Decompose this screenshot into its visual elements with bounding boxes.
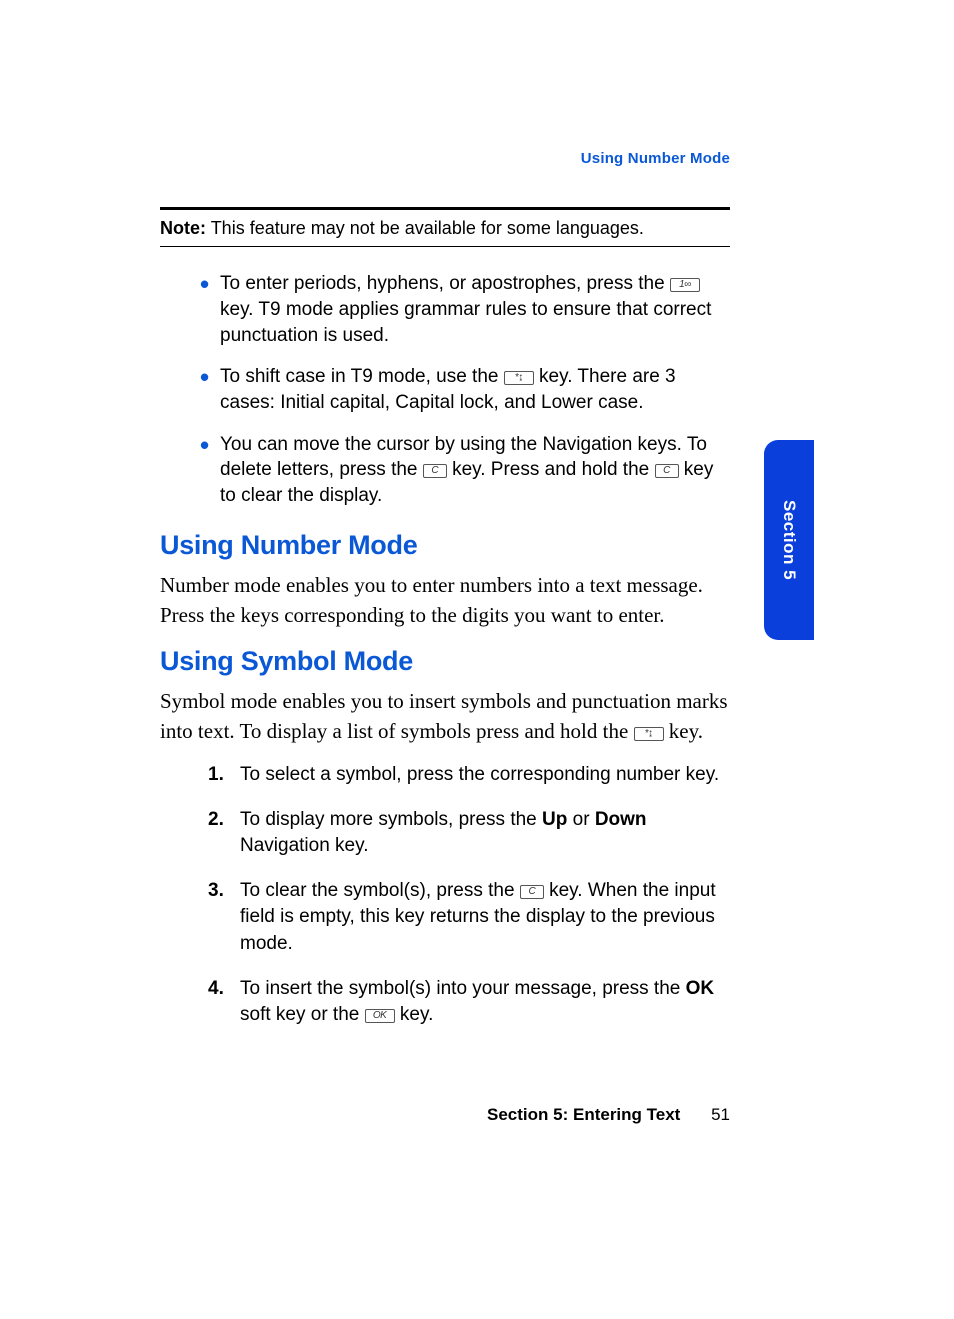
step-item: To clear the symbol(s), press the C key.…	[240, 878, 730, 958]
section-tab-label: Section 5	[779, 500, 799, 580]
bullet-text: key. Press and hold the	[452, 459, 654, 480]
list-item: To shift case in T9 mode, use the *↨ key…	[220, 364, 730, 415]
star-key-icon: *↨	[504, 371, 534, 385]
ok-key-icon: OK	[365, 1009, 395, 1023]
note-text: This feature may not be available for so…	[211, 218, 644, 238]
c-key-icon: C	[520, 885, 544, 899]
note-block: Note: This feature may not be available …	[160, 216, 730, 240]
bullet-text: key. T9 mode applies grammar rules to en…	[220, 299, 711, 346]
rule-bottom	[160, 246, 730, 247]
step-item: To display more symbols, press the Up or…	[240, 807, 730, 860]
step-text: or	[573, 809, 595, 830]
footer-section: Section 5: Entering Text	[487, 1105, 680, 1124]
section-tab: Section 5	[764, 440, 814, 640]
running-header: Using Number Mode	[160, 150, 730, 167]
step-text: Navigation key.	[240, 835, 369, 856]
list-item: You can move the cursor by using the Nav…	[220, 432, 730, 509]
step-text: key.	[400, 1004, 433, 1025]
bullet-list: To enter periods, hyphens, or apostrophe…	[160, 271, 730, 508]
page-footer: Section 5: Entering Text 51	[160, 1105, 730, 1125]
ok-label: OK	[686, 978, 715, 999]
down-label: Down	[595, 809, 647, 830]
bullet-text: To enter periods, hyphens, or apostrophe…	[220, 273, 670, 294]
step-text: soft key or the	[240, 1004, 365, 1025]
up-label: Up	[542, 809, 567, 830]
rule-top	[160, 207, 730, 210]
step-item: To select a symbol, press the correspond…	[240, 762, 730, 789]
body-text: Symbol mode enables you to insert symbol…	[160, 687, 730, 746]
body-text: Number mode enables you to enter numbers…	[160, 571, 730, 630]
star-key-icon: *↨	[634, 727, 664, 741]
heading-number-mode: Using Number Mode	[160, 530, 730, 561]
bullet-text: To shift case in T9 mode, use the	[220, 366, 504, 387]
step-text: To display more symbols, press the	[240, 809, 542, 830]
one-key-icon: 1∞	[670, 278, 700, 292]
step-text: To clear the symbol(s), press the	[240, 880, 520, 901]
list-item: To enter periods, hyphens, or apostrophe…	[220, 271, 730, 348]
page-number: 51	[711, 1105, 730, 1125]
heading-symbol-mode: Using Symbol Mode	[160, 646, 730, 677]
page-content: Using Number Mode Note: This feature may…	[160, 150, 730, 1047]
c-key-icon: C	[655, 464, 679, 478]
step-text: To select a symbol, press the correspond…	[240, 764, 719, 785]
note-label: Note:	[160, 218, 206, 238]
numbered-steps: To select a symbol, press the correspond…	[160, 762, 730, 1029]
step-item: To insert the symbol(s) into your messag…	[240, 976, 730, 1029]
body-text-post: key.	[669, 719, 703, 743]
c-key-icon: C	[423, 464, 447, 478]
step-text: To insert the symbol(s) into your messag…	[240, 978, 686, 999]
